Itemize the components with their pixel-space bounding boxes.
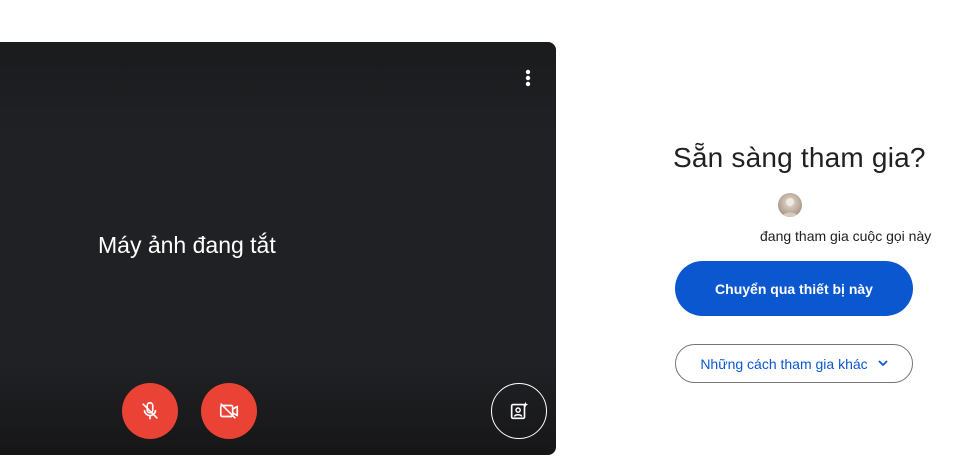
videocam-off-icon (219, 403, 239, 419)
chevron-down-icon (878, 360, 888, 367)
more-options-button[interactable] (510, 60, 546, 96)
visual-effects-icon (510, 401, 529, 420)
microphone-toggle-button[interactable] (122, 383, 178, 439)
ready-to-join-title: Sẵn sàng tham gia? (673, 142, 926, 173)
visual-effects-button[interactable] (491, 383, 547, 439)
camera-off-message: Máy ảnh đang tắt (98, 232, 276, 258)
camera-toggle-button[interactable] (201, 383, 257, 439)
participant-avatar (778, 193, 802, 217)
video-preview: Máy ảnh đang tắt (0, 42, 556, 455)
more-vert-icon (525, 69, 531, 87)
other-ways-to-join-label: Những cách tham gia khác (700, 355, 868, 372)
switch-here-button[interactable]: Chuyển qua thiết bị này (675, 261, 913, 316)
person-silhouette-icon (782, 198, 798, 217)
other-ways-to-join-button[interactable]: Những cách tham gia khác (675, 344, 913, 383)
participants-in-call-text: đang tham gia cuộc gọi này (760, 228, 932, 244)
mic-off-icon (142, 401, 158, 420)
